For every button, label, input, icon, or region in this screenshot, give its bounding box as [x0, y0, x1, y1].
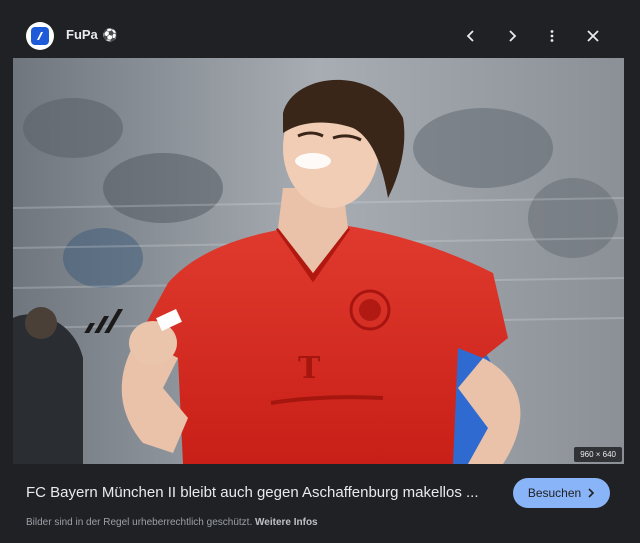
chevron-right-icon — [509, 30, 517, 42]
more-options-button[interactable] — [540, 24, 564, 48]
site-name[interactable]: FuPa ⚽ — [66, 27, 118, 42]
next-image-button[interactable] — [500, 24, 524, 48]
site-name-label: FuPa — [66, 27, 98, 42]
visit-button-label: Besuchen — [527, 486, 582, 500]
chevron-right-icon — [588, 488, 595, 498]
more-info-link[interactable]: Weitere Infos — [255, 517, 318, 528]
image-dimensions-badge: 960 × 640 — [574, 447, 622, 462]
copyright-notice: Bilder sind in der Regel urheberrechtlic… — [26, 517, 318, 528]
previous-image-button[interactable] — [459, 24, 483, 48]
preview-image[interactable]: T 960 × 640 — [13, 58, 624, 464]
fupa-logo-icon[interactable] — [26, 22, 54, 50]
image-title[interactable]: FC Bayern München II bleibt auch gegen A… — [26, 484, 496, 501]
svg-text:T: T — [298, 351, 321, 386]
viewer-header: FuPa ⚽ — [0, 0, 640, 58]
chevron-left-icon — [466, 30, 474, 42]
copyright-text: Bilder sind in der Regel urheberrechtlic… — [26, 517, 253, 528]
player-photo: T — [13, 58, 624, 464]
visit-button[interactable]: Besuchen — [513, 478, 610, 508]
more-vert-icon — [550, 30, 554, 42]
close-button[interactable] — [581, 24, 605, 48]
close-icon — [587, 30, 599, 42]
soccer-ball-icon: ⚽ — [102, 27, 118, 42]
